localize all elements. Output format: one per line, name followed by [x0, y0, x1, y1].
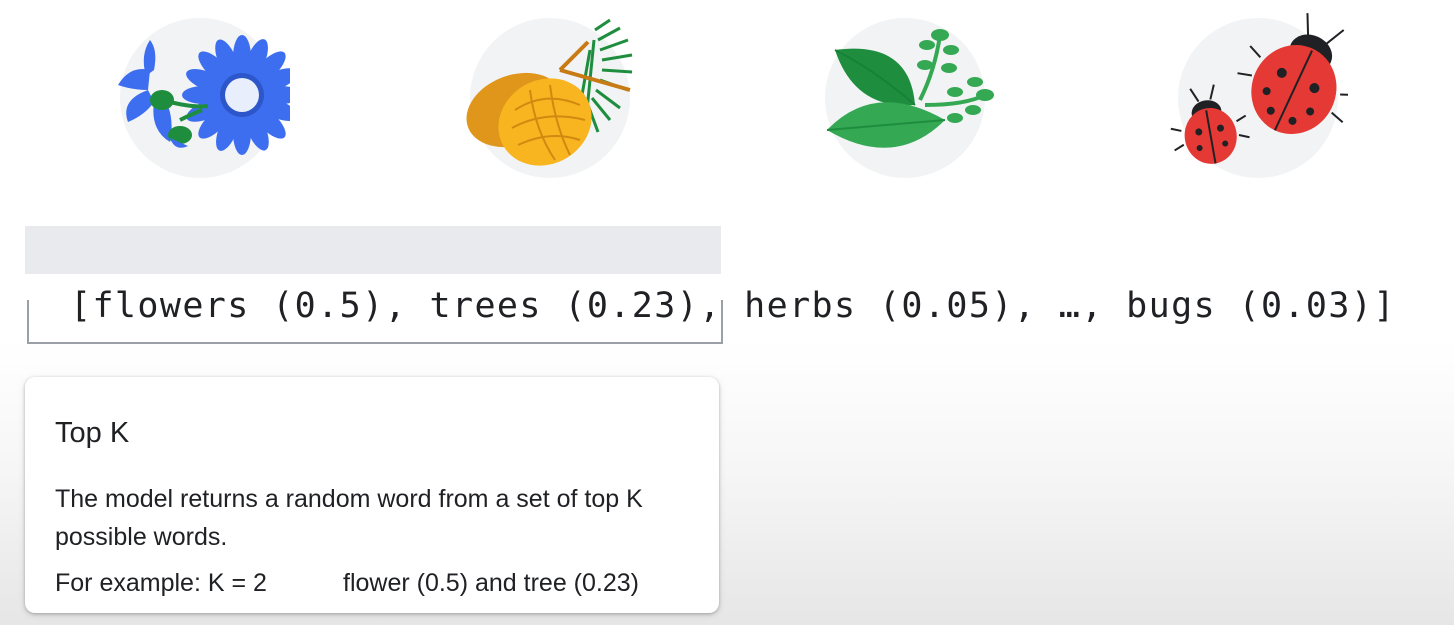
card-example-result: flower (0.5) and tree (0.23) [343, 569, 639, 597]
word-probability-list: [flowers (0.5), trees (0.23), herbs (0.0… [25, 222, 1396, 326]
herbs-icon [815, 10, 995, 185]
word-item-bugs: bugs (0.03) [1126, 286, 1374, 326]
top-k-card: Top K The model returns a random word fr… [25, 377, 719, 613]
word-item-ellipsis: …, [1058, 286, 1127, 326]
close-bracket: ] [1373, 286, 1396, 326]
flowers-icon [110, 10, 290, 185]
bugs-icon [1168, 10, 1348, 185]
card-description: The model returns a random word from a s… [55, 485, 643, 551]
word-item-herbs: herbs (0.05), [744, 286, 1059, 326]
card-example-label: For example: K = 2 [55, 569, 267, 597]
selection-bracket [27, 300, 723, 344]
trees-icon [460, 10, 640, 185]
card-title: Top K [55, 417, 130, 449]
